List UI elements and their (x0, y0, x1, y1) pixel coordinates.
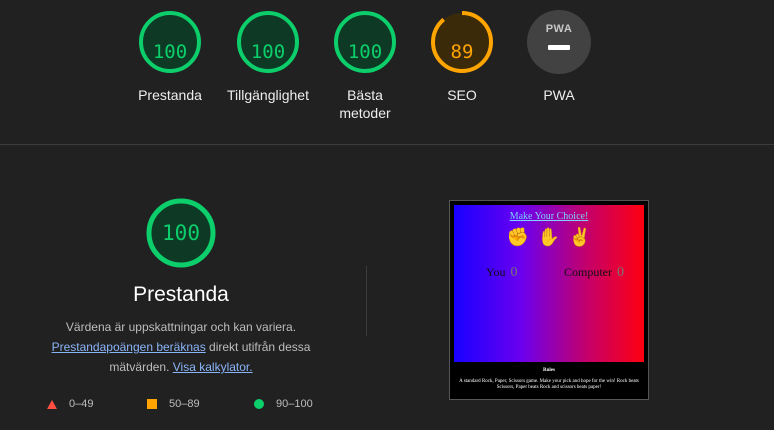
category-gauges: 100 Prestanda 100 Tillgänglighet 100 Bäs… (0, 0, 774, 144)
computer-label: Computer (564, 265, 612, 279)
pwa-badge-text: PWA (545, 23, 573, 35)
pwa-dash-icon (548, 45, 570, 50)
pass-circle-icon (254, 399, 264, 409)
gauge-performance[interactable]: 100 Prestanda (120, 10, 220, 104)
screenshot-game-area: Make Your Choice! ✊ ✋ ✌ You 0 Computer 0 (454, 205, 644, 362)
pwa-label: PWA (543, 87, 575, 103)
average-square-icon (147, 399, 157, 409)
performance-description: Värdena är uppskattningar och kan varier… (40, 317, 322, 377)
gauge-best-practices[interactable]: 100 Bästa metoder (315, 10, 415, 122)
choice-icons: ✊ ✋ ✌ (454, 227, 644, 248)
you-score: 0 (510, 265, 518, 280)
you-score-block: You 0 (486, 265, 517, 281)
gauge-seo[interactable]: 89 SEO (412, 10, 512, 104)
you-label: You (486, 265, 506, 279)
legend-pass-range: 90–100 (276, 398, 313, 410)
section-divider (0, 144, 774, 145)
screenshot-heading: Make Your Choice! (509, 211, 589, 222)
score-calculation-link[interactable]: Prestandapoängen beräknas (52, 340, 206, 354)
rules-title: Rules (543, 368, 555, 373)
best-practices-score: 100 (347, 41, 383, 63)
accessibility-label: Tillgänglighet (227, 87, 309, 103)
performance-main-score: 100 (162, 221, 200, 245)
fail-triangle-icon (47, 400, 57, 409)
seo-label: SEO (447, 87, 477, 103)
performance-label: Prestanda (138, 87, 202, 103)
vertical-divider (366, 266, 367, 336)
gauge-pwa[interactable]: PWA PWA (509, 10, 609, 104)
pwa-badge-icon: PWA (527, 10, 591, 74)
performance-title: Prestanda (133, 283, 229, 306)
accessibility-score: 100 (250, 41, 286, 63)
best-practices-label: Bästa metoder (339, 87, 391, 121)
victory-hand-emoji-icon: ✌ (568, 227, 592, 247)
performance-score: 100 (152, 41, 188, 63)
legend-fail-range: 0–49 (69, 398, 94, 410)
hand-emoji-icon: ✋ (537, 227, 561, 247)
rules-text: A standard Rock, Paper, Scissors game. M… (459, 379, 639, 390)
final-screenshot: Make Your Choice! ✊ ✋ ✌ You 0 Computer 0… (449, 200, 649, 400)
performance-desc-text: Värdena är uppskattningar och kan varier… (65, 320, 297, 334)
computer-score: 0 (617, 265, 624, 280)
computer-score-block: Computer 0 (564, 265, 624, 281)
seo-score: 89 (450, 41, 474, 63)
score-legend: 0–49 50–89 90–100 (45, 396, 345, 412)
legend-average-range: 50–89 (169, 398, 200, 410)
fist-emoji-icon: ✊ (506, 227, 530, 247)
gauge-accessibility[interactable]: 100 Tillgänglighet (218, 10, 318, 104)
view-calculator-link[interactable]: Visa kalkylator. (173, 360, 253, 374)
